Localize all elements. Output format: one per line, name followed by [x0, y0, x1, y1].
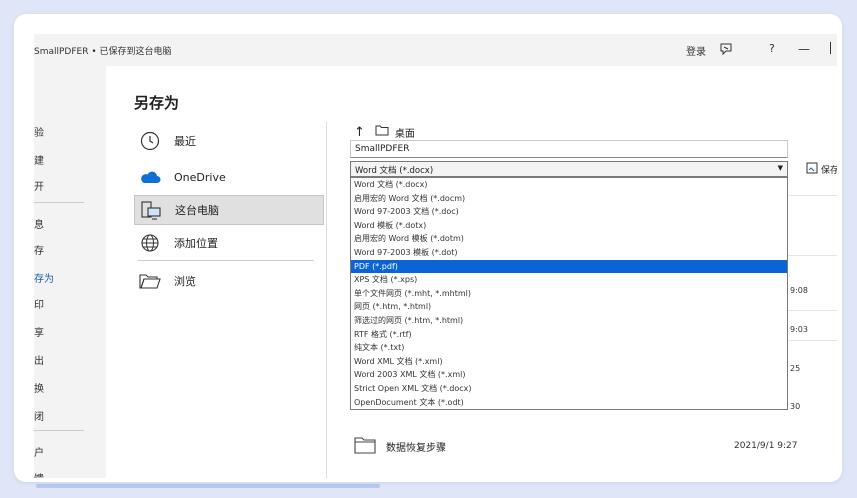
maximize-button[interactable]: [830, 42, 837, 54]
nav-item-save-as[interactable]: 存为: [34, 270, 94, 285]
nav-item-experience[interactable]: 验: [34, 124, 94, 139]
row-date-fragment: 9:08: [790, 286, 808, 295]
feedback-icon[interactable]: [719, 41, 733, 56]
filetype-option[interactable]: Word 2003 XML 文档 (*.xml): [351, 368, 787, 382]
filetype-select[interactable]: Word 文档 (*.docx) ▼: [350, 161, 788, 177]
save-button[interactable]: 保存: [806, 162, 837, 177]
globe-icon: [138, 231, 162, 255]
filetype-option[interactable]: Word 文档 (*.docx): [351, 178, 787, 192]
filetype-option[interactable]: 纯文本 (*.txt): [351, 341, 787, 355]
nav-item-account[interactable]: 户: [34, 444, 94, 459]
row-divider: [788, 340, 837, 341]
clock-icon: [138, 129, 162, 153]
backstage-nav: 验 建 开 息 存 存为 印 享 出 换 闭 户 馈: [34, 66, 106, 478]
location-label: 这台电脑: [175, 204, 219, 217]
chevron-down-icon: ▼: [777, 164, 783, 172]
filetype-option[interactable]: OpenDocument 文本 (*.odt): [351, 396, 787, 410]
nav-item-save[interactable]: 存: [34, 242, 94, 257]
nav-item-info[interactable]: 息: [34, 216, 94, 231]
filetype-option[interactable]: 启用宏的 Word 文档 (*.docm): [351, 192, 787, 206]
panel-divider: [326, 122, 327, 478]
filetype-option[interactable]: 单个文件网页 (*.mht, *.mhtml): [351, 287, 787, 301]
nav-item-feedback[interactable]: 馈: [34, 470, 94, 478]
filetype-option[interactable]: Word XML 文档 (*.xml): [351, 355, 787, 369]
login-button[interactable]: 登录: [686, 43, 706, 58]
breadcrumb: ↑ 桌面: [354, 124, 415, 140]
file-name: 数据恢复步骤: [386, 443, 446, 454]
filetype-option[interactable]: RTF 格式 (*.rtf): [351, 328, 787, 342]
nav-item-share[interactable]: 享: [34, 324, 94, 339]
filetype-option[interactable]: Strict Open XML 文档 (*.docx): [351, 382, 787, 396]
nav-divider: [34, 430, 84, 431]
nav-divider: [34, 202, 84, 203]
background-bar: [36, 484, 380, 488]
page-title: 另存为: [134, 94, 180, 112]
location-label: OneDrive: [174, 170, 226, 184]
row-date-fragment: 25: [790, 364, 801, 373]
row-divider: [788, 310, 837, 311]
nav-item-open[interactable]: 开: [34, 178, 94, 193]
filetype-option[interactable]: 网页 (*.htm, *.html): [351, 300, 787, 314]
location-recent[interactable]: 最近: [134, 126, 324, 156]
folder-open-icon: [138, 269, 162, 293]
filename-input[interactable]: SmallPDFER: [350, 140, 788, 158]
up-arrow-icon[interactable]: ↑: [354, 125, 365, 140]
filetype-option[interactable]: Word 97-2003 文档 (*.doc): [351, 205, 787, 219]
help-button[interactable]: ?: [769, 42, 775, 55]
nav-item-close[interactable]: 闭: [34, 408, 94, 423]
row-date-fragment: 9:03: [790, 325, 808, 334]
location-label: 最近: [174, 135, 196, 148]
location-onedrive[interactable]: OneDrive: [134, 162, 324, 192]
file-row[interactable]: 数据恢复步骤: [354, 436, 446, 457]
nav-item-export[interactable]: 出: [34, 352, 94, 367]
location-this-pc[interactable]: 这台电脑: [134, 195, 324, 225]
file-date: 2021/9/1 9:27: [734, 441, 798, 451]
location-label: 浏览: [174, 275, 196, 288]
current-folder[interactable]: 桌面: [395, 125, 415, 140]
save-icon: [806, 162, 818, 177]
folder-icon: [375, 125, 389, 139]
filetype-option[interactable]: 筛选过的网页 (*.htm, *.html): [351, 314, 787, 328]
nav-item-print[interactable]: 印: [34, 296, 94, 311]
filetype-option[interactable]: Word 模板 (*.dotx): [351, 219, 787, 233]
filetype-option-pdf[interactable]: PDF (*.pdf): [351, 259, 787, 274]
minimize-button[interactable]: —: [798, 42, 810, 56]
location-label: 添加位置: [174, 237, 218, 250]
location-add-place[interactable]: 添加位置: [134, 228, 324, 258]
cloud-icon: [138, 165, 162, 189]
nav-item-transform[interactable]: 换: [34, 380, 94, 395]
filetype-selected: Word 文档 (*.docx): [355, 166, 434, 176]
filetype-dropdown: Word 文档 (*.docx) 启用宏的 Word 文档 (*.docm) W…: [350, 177, 788, 410]
row-date-fragment: 30: [790, 402, 801, 411]
filetype-option[interactable]: 启用宏的 Word 模板 (*.dotm): [351, 232, 787, 246]
filetype-option[interactable]: XPS 文档 (*.xps): [351, 273, 787, 287]
filetype-option[interactable]: Word 97-2003 模板 (*.dot): [351, 246, 787, 260]
word-window: SmallPDFER • 已保存到这台电脑 登录 ? — 验 建 开 息 存 存…: [34, 34, 837, 478]
save-label: 保存: [821, 166, 837, 176]
location-divider: [138, 260, 314, 261]
title-bar: SmallPDFER • 已保存到这台电脑 登录 ? —: [34, 34, 837, 66]
nav-item-new[interactable]: 建: [34, 152, 94, 167]
window-title: SmallPDFER • 已保存到这台电脑: [34, 47, 172, 57]
screenshot-frame: SmallPDFER • 已保存到这台电脑 登录 ? — 验 建 开 息 存 存…: [14, 14, 842, 482]
row-divider: [788, 255, 837, 256]
folder-icon: [354, 436, 376, 457]
location-browse[interactable]: 浏览: [134, 266, 324, 296]
computer-icon: [139, 198, 163, 222]
